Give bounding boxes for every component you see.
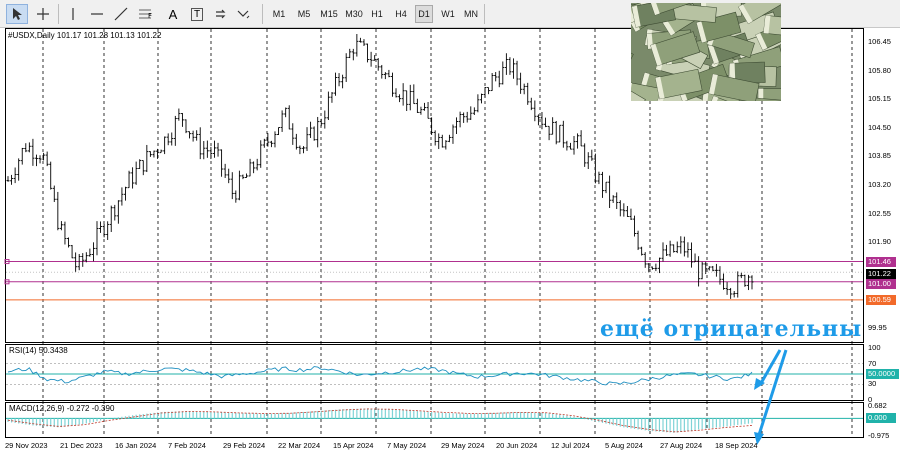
price-scale-label: 102.55 bbox=[868, 208, 891, 218]
date-axis-label: 20 Jun 2024 bbox=[496, 441, 538, 450]
text-tool-label: A bbox=[168, 6, 178, 22]
price-scale-label: 106.45 bbox=[868, 37, 891, 46]
macd-header: MACD(12,26,9) -0.272 -0.390 bbox=[9, 404, 115, 413]
macd-scale-label: -0.975 bbox=[868, 431, 890, 440]
rsi-scale-label: 100 bbox=[868, 343, 881, 352]
date-axis-label: 12 Jul 2024 bbox=[551, 441, 590, 450]
price-tag-level-mid: 101.00 bbox=[866, 278, 896, 289]
price-scale-label: 104.50 bbox=[868, 122, 891, 132]
date-axis-label: 7 Feb 2024 bbox=[168, 441, 206, 450]
timeframe-h4[interactable]: H4 bbox=[392, 5, 410, 23]
timeframe-w1[interactable]: W1 bbox=[439, 5, 457, 23]
timeframe-m15[interactable]: M15 bbox=[318, 5, 340, 23]
price-tag-level-low: 100.59 bbox=[866, 294, 896, 305]
price-scale-label: 105.80 bbox=[868, 65, 891, 75]
fibonacci-text: F bbox=[148, 12, 153, 20]
date-axis-label: 29 May 2024 bbox=[441, 441, 485, 450]
date-axis-label: 21 Dec 2023 bbox=[60, 441, 103, 450]
text-icon[interactable]: A bbox=[162, 4, 184, 24]
chart-header-symbol: #USDX,Daily 101.17 101.28 101.13 101.22 bbox=[8, 31, 162, 40]
date-axis-label: 29 Nov 2023 bbox=[5, 441, 48, 450]
timeframe-m30[interactable]: M30 bbox=[343, 5, 365, 23]
rsi-scale-label: 70 bbox=[868, 358, 877, 368]
timeframe-mn[interactable]: MN bbox=[462, 5, 480, 23]
cursor-icon[interactable] bbox=[6, 4, 28, 24]
date-axis-label: 16 Jan 2024 bbox=[115, 441, 157, 450]
money-photo bbox=[631, 3, 781, 101]
money-stacks-image bbox=[631, 3, 781, 101]
price-scale-label: 103.20 bbox=[868, 180, 891, 189]
trendline-icon[interactable] bbox=[110, 4, 132, 24]
fibonacci-icon[interactable]: F bbox=[134, 4, 156, 24]
date-axis-label: 22 Mar 2024 bbox=[278, 441, 321, 450]
timeframe-m1[interactable]: M1 bbox=[268, 5, 290, 23]
text-label-icon[interactable]: T bbox=[186, 4, 208, 24]
timeframe-h1[interactable]: H1 bbox=[368, 5, 386, 23]
arrow-shape-icon[interactable] bbox=[210, 4, 232, 24]
vertical-line-icon[interactable] bbox=[62, 4, 84, 24]
rsi-scale-label: 30 bbox=[868, 379, 877, 389]
macd-scale-label: 0.682 bbox=[868, 401, 887, 410]
price-scale-label: 105.15 bbox=[868, 94, 891, 104]
macd-signal-line bbox=[7, 408, 753, 433]
date-axis-label: 15 Apr 2024 bbox=[333, 441, 374, 450]
price-scale-label: 101.90 bbox=[868, 237, 891, 247]
price-scale-label: 103.85 bbox=[868, 151, 891, 161]
crosshair-icon[interactable] bbox=[32, 4, 54, 24]
horizontal-line-icon[interactable] bbox=[86, 4, 108, 24]
timeframe-m5[interactable]: M5 bbox=[293, 5, 315, 23]
date-axis-label: 29 Feb 2024 bbox=[223, 441, 266, 450]
rsi-line bbox=[7, 366, 753, 386]
price-scale-label: 99.95 bbox=[868, 323, 887, 332]
date-axis-label: 27 Aug 2024 bbox=[660, 441, 703, 450]
shapes-icon[interactable] bbox=[232, 4, 254, 24]
date-axis-label: 7 May 2024 bbox=[387, 441, 427, 450]
price-tag-current: 101.22 bbox=[866, 269, 896, 280]
date-axis-label: 5 Aug 2024 bbox=[605, 441, 643, 450]
rsi-header: RSI(14) 50.3438 bbox=[9, 346, 68, 355]
date-axis-label: 18 Sep 2024 bbox=[715, 441, 758, 450]
macd-scale-label: 0.000 bbox=[866, 413, 896, 424]
price-tag-level-high: 101.46 bbox=[866, 256, 896, 267]
annotation-text: ещё отрицательны bbox=[600, 316, 863, 342]
timeframe-d1[interactable]: D1 bbox=[415, 5, 433, 23]
rsi-scale-label: 50.0000 bbox=[866, 369, 899, 379]
text-label-tool-label: T bbox=[190, 7, 204, 21]
